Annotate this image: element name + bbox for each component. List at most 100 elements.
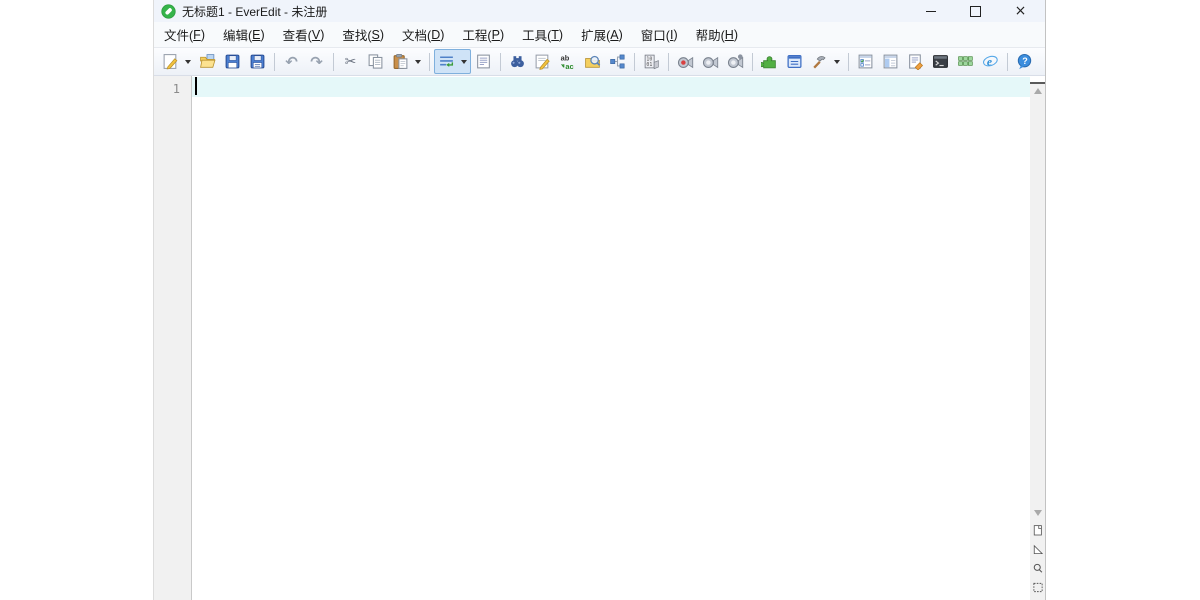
magnifier-button[interactable] (1031, 563, 1045, 577)
menubar: 文件(F) 编辑(E) 查看(V) 查找(S) 文档(D) 工程(P) 工具(T) 扩展(A)… (154, 22, 1045, 48)
chevron-down-icon (415, 59, 421, 64)
maximize-icon (970, 5, 981, 17)
settings-list-button[interactable] (854, 50, 877, 73)
word-wrap-dropdown[interactable] (458, 50, 470, 73)
doc-edit-icon (907, 53, 924, 70)
ruler-button[interactable] (1031, 544, 1045, 558)
paste-button[interactable] (389, 50, 412, 73)
menu-view[interactable]: 查看(V) (274, 22, 334, 47)
find-button[interactable] (506, 50, 529, 73)
record-macro-group (673, 49, 698, 74)
undo-group: ↶ (279, 49, 304, 74)
hex-view-icon: 10 01 (643, 53, 660, 70)
vertical-scrollbar (1030, 76, 1045, 600)
undo-button[interactable]: ↶ (280, 50, 303, 73)
save-all-group (245, 49, 270, 74)
redo-icon: ↷ (310, 52, 323, 71)
open-folder-button[interactable] (196, 50, 219, 73)
toolbar-separator (1007, 52, 1008, 71)
new-file-dropdown[interactable] (182, 50, 194, 73)
menu-edit[interactable]: 编辑(E) (214, 22, 274, 47)
arrow-up-icon (1033, 88, 1042, 94)
split-view-handle[interactable] (1030, 76, 1045, 84)
script-window-group (782, 49, 807, 74)
cut-icon: ✂ (344, 53, 357, 70)
hex-view-group: 10 01 (639, 49, 664, 74)
script-window-button[interactable] (783, 50, 806, 73)
help-button[interactable]: ? (1013, 50, 1036, 73)
menu-project[interactable]: 工程(P) (453, 22, 513, 47)
script-window-icon (786, 53, 803, 70)
compare-group (605, 49, 630, 74)
word-wrap-button[interactable] (435, 50, 458, 73)
char-table-button[interactable] (954, 50, 977, 73)
find-in-files-group (580, 49, 605, 74)
line-number: 1 (172, 82, 180, 96)
help-group: ? (1012, 49, 1037, 74)
menu-tools[interactable]: 工具(T) (513, 22, 572, 47)
record-macro-button[interactable] (674, 50, 697, 73)
plugin-button[interactable] (758, 50, 781, 73)
find-in-files-icon (584, 53, 601, 70)
svg-text:01: 01 (646, 62, 652, 68)
tools-button[interactable] (808, 50, 831, 73)
column-select-icon (1032, 581, 1044, 597)
tools-dropdown[interactable] (831, 50, 843, 73)
find-group (505, 49, 530, 74)
document-map-icon (1032, 524, 1044, 540)
replace-button[interactable]: ab ac (556, 50, 579, 73)
chevron-down-icon (834, 59, 840, 64)
play-macro-group (698, 49, 723, 74)
run-macro-multi-button[interactable] (724, 50, 747, 73)
menu-search[interactable]: 查找(S) (333, 22, 393, 47)
scroll-down-button[interactable] (1030, 506, 1045, 520)
redo-button[interactable]: ↷ (305, 50, 328, 73)
doc-edit-button[interactable] (904, 50, 927, 73)
menu-window[interactable]: 窗口(I) (632, 22, 687, 47)
tools-group (807, 49, 844, 74)
doc-edit-group (903, 49, 928, 74)
paste-group (388, 49, 425, 74)
copy-button[interactable] (364, 50, 387, 73)
column-select-button[interactable] (1031, 582, 1045, 596)
play-macro-button[interactable] (699, 50, 722, 73)
new-file-group (158, 49, 195, 74)
record-macro-icon (677, 53, 694, 70)
document-map-button[interactable] (1031, 525, 1045, 539)
sidebar-toggle-group (878, 49, 903, 74)
new-file-button[interactable] (159, 50, 182, 73)
save-all-icon (249, 53, 266, 70)
find-in-files-button[interactable] (581, 50, 604, 73)
show-format-button[interactable] (472, 50, 495, 73)
terminal-button[interactable] (929, 50, 952, 73)
menu-extensions[interactable]: 扩展(A) (572, 22, 632, 47)
copy-group (363, 49, 388, 74)
paste-dropdown[interactable] (412, 50, 424, 73)
save-button[interactable] (221, 50, 244, 73)
scroll-up-button[interactable] (1030, 84, 1045, 98)
plugin-icon (761, 53, 778, 70)
titlebar: 无标题1 - EverEdit - 未注册 × (154, 0, 1045, 22)
menu-help[interactable]: 帮助(H) (687, 22, 747, 47)
browser-preview-group: e (978, 49, 1003, 74)
menu-file[interactable]: 文件(F) (155, 22, 214, 47)
compare-button[interactable] (606, 50, 629, 73)
browser-preview-button[interactable]: e (979, 50, 1002, 73)
quick-replace-button[interactable] (531, 50, 554, 73)
compare-icon (609, 53, 626, 70)
browser-preview-icon: e (982, 53, 999, 70)
hex-view-button[interactable]: 10 01 (640, 50, 663, 73)
sidebar-toggle-button[interactable] (879, 50, 902, 73)
save-all-button[interactable] (246, 50, 269, 73)
everedit-window: 无标题1 - EverEdit - 未注册 × 文件(F) 编辑(E) 查看(V) 查… (153, 0, 1046, 600)
active-line-highlight (192, 77, 1030, 97)
menu-document[interactable]: 文档(D) (393, 22, 453, 47)
play-macro-icon (702, 53, 719, 70)
toolbar-separator (668, 52, 669, 71)
quick-replace-group (530, 49, 555, 74)
minimize-button[interactable] (908, 0, 953, 22)
text-editor-area[interactable] (192, 76, 1030, 600)
cut-button[interactable]: ✂ (339, 50, 362, 73)
close-button[interactable]: × (998, 0, 1043, 22)
maximize-button[interactable] (953, 0, 998, 22)
